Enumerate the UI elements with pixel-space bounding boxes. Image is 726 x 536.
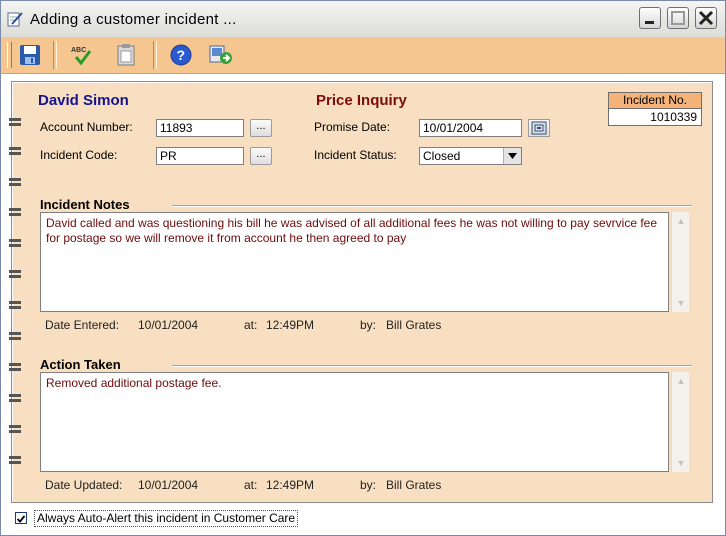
toolbar-separator [53,41,57,69]
chevron-down-icon[interactable] [503,148,521,164]
close-button[interactable] [695,7,717,29]
updated-time-value: 12:49PM [266,478,315,492]
close-icon [698,10,714,26]
maximize-icon [671,11,685,25]
entered-time-value: 12:49PM [266,318,315,332]
incident-status-label: Incident Status: [314,148,397,162]
binder-ring-icon [9,363,21,371]
minimize-button[interactable] [639,7,661,29]
auto-alert-checkbox[interactable] [15,512,27,524]
incident-window: Adding a customer incident ... ABC ? Dav… [0,0,726,536]
binder-ring-icon [9,147,21,155]
incident-subject: Price Inquiry [316,92,407,109]
binder-ring-icon [9,425,21,433]
incident-status-select[interactable]: Closed [419,147,522,165]
updated-at-label: at: [244,478,258,492]
notes-divider [172,205,692,207]
incident-status-value: Closed [423,149,461,163]
promise-date-label: Promise Date: [314,120,391,134]
calendar-icon [531,121,547,135]
toolbar: ABC ? [1,37,725,74]
binder-ring-icon [9,456,21,464]
toolbar-grip[interactable] [7,42,12,68]
account-number-field[interactable]: 11893 [156,119,244,137]
date-entered-label: Date Entered: [45,318,120,332]
incident-code-field[interactable]: PR [156,147,244,165]
clipboard-icon [117,44,135,66]
scroll-up-icon[interactable]: ▲ [673,213,689,229]
customer-name: David Simon [38,92,129,109]
scroll-up-icon[interactable]: ▲ [673,373,689,389]
clipboard-button[interactable] [113,42,139,68]
entered-at-label: at: [244,318,258,332]
account-lookup-button[interactable]: ... [250,119,272,137]
binder-ring-icon [9,394,21,402]
entered-by-value: Bill Grates [386,318,442,332]
binder-ring-icon [9,118,21,126]
help-button[interactable]: ? [168,42,194,68]
code-lookup-button[interactable]: ... [250,147,272,165]
spellcheck-button[interactable]: ABC [69,42,95,68]
incident-number-label: Incident No. [608,92,702,109]
auto-alert-label[interactable]: Always Auto-Alert this incident in Custo… [34,510,299,527]
binder-ring-icon [9,208,21,216]
incident-code-label: Incident Code: [40,148,118,162]
spellcheck-icon: ABC [71,47,92,66]
svg-text:?: ? [177,47,186,63]
notes-scrollbar[interactable]: ▲ ▼ [671,212,689,312]
export-button[interactable] [208,42,234,68]
action-taken-title: Action Taken [40,357,121,372]
calendar-button[interactable] [528,119,550,137]
export-icon [209,45,232,64]
promise-date-field[interactable]: 10/01/2004 [419,119,522,137]
save-button[interactable] [17,42,43,68]
action-taken-textarea[interactable]: Removed additional postage fee. [40,372,669,472]
incident-panel: David Simon Price Inquiry Incident No. 1… [9,81,713,503]
binder-ring-icon [9,301,21,309]
action-divider [172,365,692,367]
action-scrollbar[interactable]: ▲ ▼ [671,372,689,472]
date-updated-value: 10/01/2004 [138,478,199,492]
binder-ring-icon [9,178,21,186]
binder-ring-icon [9,332,21,340]
binder-ring-icon [9,239,21,247]
title-bar[interactable]: Adding a customer incident ... [1,1,725,37]
date-entered-value: 10/01/2004 [138,318,199,332]
edit-document-icon [7,12,23,27]
updated-by-label: by: [360,478,377,492]
account-number-label: Account Number: [40,120,133,134]
minimize-icon [645,21,654,24]
window-title: Adding a customer incident ... [30,11,237,28]
save-icon [20,45,40,65]
incident-number-value: 1010339 [608,109,702,126]
incident-notes-title: Incident Notes [40,197,130,212]
updated-by-value: Bill Grates [386,478,442,492]
binder-ring-icon [9,270,21,278]
maximize-button[interactable] [667,7,689,29]
svg-text:ABC: ABC [71,47,86,54]
help-icon: ? [170,44,192,66]
date-updated-label: Date Updated: [45,478,123,492]
incident-number-box: Incident No. 1010339 [608,92,702,126]
entered-by-label: by: [360,318,377,332]
incident-notes-textarea[interactable]: David called and was questioning his bil… [40,212,669,312]
scroll-down-icon[interactable]: ▼ [673,455,689,471]
scroll-down-icon[interactable]: ▼ [673,295,689,311]
checkmark-icon [16,515,26,523]
toolbar-separator [153,41,157,69]
